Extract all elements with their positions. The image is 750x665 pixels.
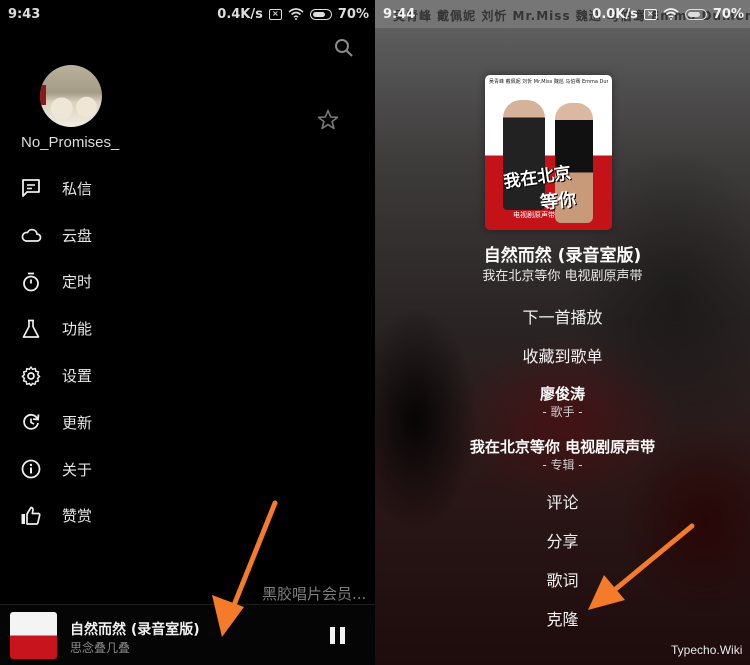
right-screen-song-options: 吴青峰 戴佩妮 刘忻 Mr.Miss 魏巡 马伯骞 Emma Dumont et… — [375, 0, 750, 665]
mini-player-cover[interactable] — [10, 612, 57, 659]
info-icon — [20, 458, 42, 480]
menu-item-donate[interactable]: 赞赏 — [0, 493, 375, 540]
battery-percent: 70% — [712, 6, 744, 22]
wifi-icon — [288, 8, 304, 20]
option-album[interactable]: 我在北京等你 电视剧原声带 — [375, 436, 750, 457]
mini-player-subtitle: 思念叠几叠 — [70, 641, 131, 655]
status-time: 9:44 — [383, 6, 416, 22]
option-comments[interactable]: 评论 — [375, 489, 750, 513]
pause-icon — [330, 627, 335, 644]
mini-player[interactable]: 自然而然 (录音室版) 思念叠几叠 — [0, 604, 375, 665]
menu-item-settings[interactable]: 设置 — [0, 352, 375, 399]
username[interactable]: No_Promises_ — [21, 134, 119, 151]
album-cover-subtitle: 电视剧原声带 — [513, 211, 555, 219]
menu-label: 功能 — [62, 320, 93, 339]
drawer-menu: 私信 云盘 定时 功能 设置 更新 关于 赞赏 — [0, 165, 375, 539]
song-album: 我在北京等你 电视剧原声带 — [482, 269, 643, 284]
left-screen-drawer: 9:43 0.4K/s × 70% No_Promises_ 私信 云盘 定时 — [0, 0, 375, 665]
menu-label: 云盘 — [62, 226, 93, 245]
menu-item-about[interactable]: 关于 — [0, 446, 375, 493]
status-bar: 9:44 0.0K/s × 70% — [375, 0, 750, 28]
menu-label: 定时 — [62, 273, 93, 292]
gear-icon — [20, 365, 42, 387]
option-artist-caption: - 歌手 - — [542, 405, 583, 419]
update-icon — [20, 411, 42, 433]
album-cover: 吴青峰 戴佩妮 刘忻 Mr.Miss 魏巡 马伯骞 Emma Dumont et… — [485, 75, 612, 230]
option-album-caption: - 专辑 - — [542, 458, 583, 472]
mini-player-title: 自然而然 (录音室版) — [70, 622, 200, 638]
battery-icon — [684, 8, 707, 20]
star-icon — [317, 109, 339, 130]
battery-icon — [309, 8, 332, 20]
network-speed: 0.0K/s — [592, 6, 638, 22]
avatar[interactable] — [40, 65, 102, 127]
option-share[interactable]: 分享 — [375, 528, 750, 552]
pause-button[interactable] — [330, 627, 346, 644]
search-button[interactable] — [332, 36, 356, 60]
watermark: Typecho.Wiki — [671, 643, 743, 657]
status-bar: 9:43 0.4K/s × 70% — [0, 0, 375, 28]
album-cover-caption: 吴青峰 戴佩妮 刘忻 Mr.Miss 魏巡 马伯骞 Emma Dumont et… — [489, 79, 608, 85]
status-time: 9:43 — [8, 6, 41, 22]
thumbs-up-icon — [20, 505, 42, 527]
timer-icon — [20, 271, 42, 293]
option-add-to-playlist[interactable]: 收藏到歌单 — [375, 343, 750, 367]
sim-x-icon: × — [268, 8, 282, 20]
menu-item-timer[interactable]: 定时 — [0, 259, 375, 306]
song-title: 自然而然 (录音室版) — [483, 246, 642, 266]
vinyl-membership-link[interactable]: 黑胶唱片会员... — [262, 583, 366, 604]
sim-x-icon: × — [643, 8, 657, 20]
menu-item-messages[interactable]: 私信 — [0, 165, 375, 212]
battery-percent: 70% — [337, 6, 369, 22]
option-clone[interactable]: 克隆 — [375, 606, 750, 630]
search-icon — [335, 39, 353, 57]
menu-item-features[interactable]: 功能 — [0, 305, 375, 352]
menu-item-cloud[interactable]: 云盘 — [0, 212, 375, 259]
favorite-button[interactable] — [316, 108, 340, 132]
wifi-icon — [663, 8, 679, 20]
option-artist[interactable]: 廖俊涛 — [375, 383, 750, 404]
flask-icon — [20, 318, 42, 340]
menu-item-update[interactable]: 更新 — [0, 399, 375, 446]
menu-label: 更新 — [62, 413, 93, 432]
message-icon — [20, 177, 42, 199]
menu-label: 赞赏 — [62, 507, 93, 526]
option-play-next[interactable]: 下一首播放 — [375, 304, 750, 328]
network-speed: 0.4K/s — [217, 6, 263, 22]
menu-label: 设置 — [62, 367, 93, 386]
menu-label: 关于 — [62, 460, 93, 479]
cloud-icon — [20, 224, 42, 246]
option-lyrics[interactable]: 歌词 — [375, 567, 750, 591]
menu-label: 私信 — [62, 179, 93, 198]
